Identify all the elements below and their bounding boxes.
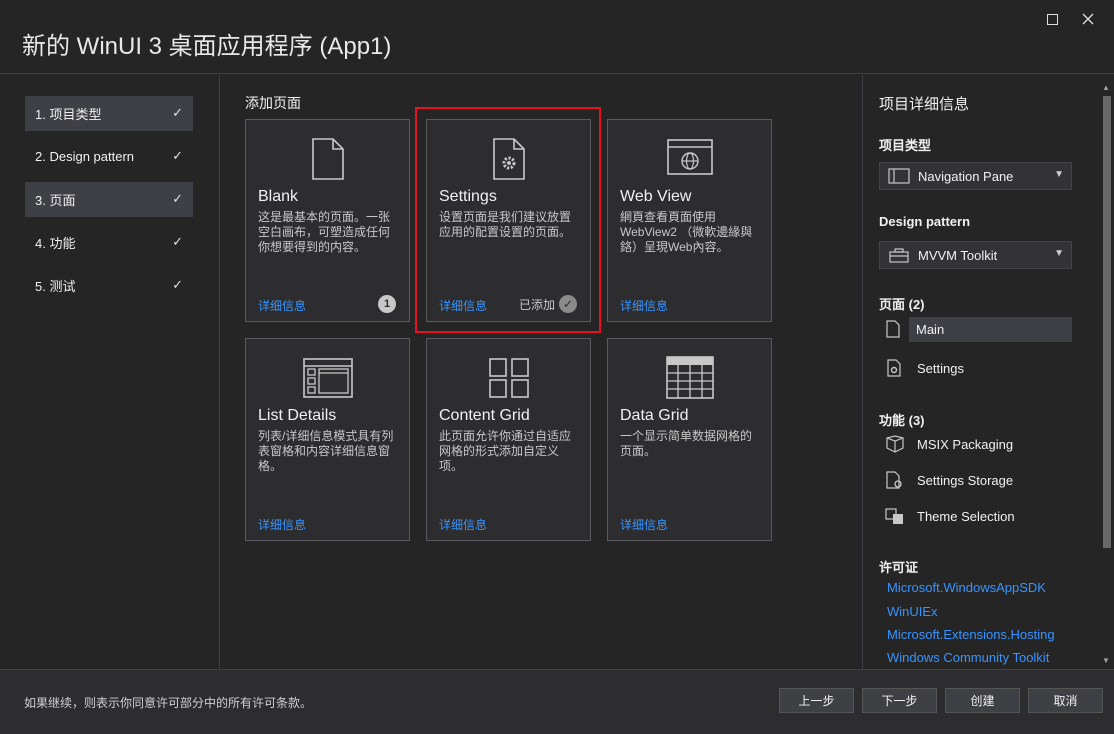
more-info-link[interactable]: 详细信息 <box>258 516 306 533</box>
feature-item-msix[interactable]: MSIX Packaging <box>884 432 1013 456</box>
settings-page-icon <box>887 359 901 377</box>
step-label: 1. 项目类型 <box>35 107 102 122</box>
feature-label: Theme Selection <box>917 508 1015 524</box>
create-button[interactable]: 创建 <box>945 688 1020 713</box>
added-label: 已添加 <box>518 297 555 312</box>
window-title: 新的 WinUI 3 桌面应用程序 (App1) <box>22 33 392 60</box>
card-title: Data Grid <box>620 407 689 424</box>
card-description: 这是最基本的页面。一张空白画布，可塑造成任何你想要得到的内容。 <box>258 210 391 254</box>
data-grid-icon <box>665 356 714 399</box>
toolkit-icon <box>889 248 909 263</box>
chevron-down-icon: ▼ <box>1054 169 1064 180</box>
content-grid-icon <box>488 358 529 398</box>
step-features[interactable]: 4. 功能 ✓ <box>25 225 193 260</box>
add-page-heading: 添加页面 <box>245 95 301 111</box>
more-info-link[interactable]: 详细信息 <box>258 297 306 314</box>
design-pattern-value: MVVM Toolkit <box>918 247 998 263</box>
check-icon: ✓ <box>559 295 577 313</box>
details-heading: 项目详细信息 <box>879 96 970 113</box>
pages-label: 页面 (2) <box>879 297 925 312</box>
web-view-icon <box>666 139 713 175</box>
license-label: 许可证 <box>879 560 919 575</box>
step-design-pattern[interactable]: 2. Design pattern ✓ <box>25 139 193 174</box>
card-web-view[interactable]: Web View 網頁查看頁面使用 WebView2 （微軟邊緣與鉻）呈現Web… <box>607 119 772 322</box>
check-icon: ✓ <box>172 277 183 292</box>
card-settings[interactable]: Settings 设置页面是我们建议放置应用的配置设置的页面。 详细信息 已添加… <box>426 119 591 322</box>
step-project-type[interactable]: 1. 项目类型 ✓ <box>25 96 193 131</box>
step-label: 5. 测试 <box>35 279 76 294</box>
feature-item-settings-storage[interactable]: Settings Storage <box>884 468 1013 492</box>
more-info-link[interactable]: 详细信息 <box>620 516 668 533</box>
license-link[interactable]: Microsoft.WindowsAppSDK <box>887 580 1046 595</box>
feature-label: Settings Storage <box>917 472 1014 488</box>
blank-page-icon <box>311 138 344 180</box>
card-description: 一个显示简单数据网格的页面。 <box>620 429 753 458</box>
close-button[interactable] <box>1076 8 1100 30</box>
card-title: Blank <box>258 188 299 205</box>
card-description: 列表/详细信息模式具有列表窗格和内容详细信息窗格。 <box>258 429 394 473</box>
chevron-down-icon: ▼ <box>1054 248 1064 259</box>
page-icon <box>886 320 900 338</box>
maximize-icon <box>1046 13 1058 25</box>
card-title: Content Grid <box>439 407 530 424</box>
step-label: 2. Design pattern <box>35 149 135 164</box>
license-agreement-text: 如果继续，则表示你同意许可部分中的所有许可条款。 <box>24 696 313 710</box>
scrollbar-thumb[interactable] <box>1103 96 1111 548</box>
project-type-select[interactable]: Navigation Pane ▼ <box>879 162 1072 190</box>
scroll-up-icon[interactable]: ▲ <box>1102 83 1110 92</box>
back-button[interactable]: 上一步 <box>779 688 854 713</box>
page-item-main[interactable]: Main <box>909 317 1072 342</box>
settings-page-icon <box>492 138 525 180</box>
card-list-details[interactable]: List Details 列表/详细信息模式具有列表窗格和内容详细信息窗格。 详… <box>245 338 410 541</box>
count-badge: 1 <box>378 295 396 313</box>
card-description: 網頁查看頁面使用 WebView2 （微軟邊緣與鉻）呈現Web內容。 <box>620 210 753 254</box>
package-icon <box>886 435 904 453</box>
theme-icon <box>885 508 903 524</box>
license-link[interactable]: WinUIEx <box>887 604 938 619</box>
added-status: 已添加 ✓ <box>519 295 577 313</box>
step-testing[interactable]: 5. 测试 ✓ <box>25 268 193 303</box>
card-blank[interactable]: Blank 这是最基本的页面。一张空白画布，可塑造成任何你想要得到的内容。 详细… <box>245 119 410 322</box>
navigation-pane-icon <box>888 168 910 184</box>
card-description: 此页面允许你通过自适应网格的形式添加自定义项。 <box>439 429 572 473</box>
step-pages[interactable]: 3. 页面 ✓ <box>25 182 193 217</box>
project-type-value: Navigation Pane <box>918 168 1014 184</box>
check-icon: ✓ <box>172 105 183 120</box>
check-icon: ✓ <box>172 234 183 249</box>
project-type-label: 项目类型 <box>879 138 932 153</box>
check-icon: ✓ <box>172 191 183 206</box>
page-item-settings[interactable]: Settings <box>884 356 964 380</box>
design-pattern-select[interactable]: MVVM Toolkit ▼ <box>879 241 1072 269</box>
cancel-button[interactable]: 取消 <box>1028 688 1103 713</box>
page-label: Settings <box>917 360 964 376</box>
features-label: 功能 (3) <box>879 413 925 428</box>
more-info-link[interactable]: 详细信息 <box>620 297 668 314</box>
feature-item-theme-selection[interactable]: Theme Selection <box>884 504 1015 528</box>
step-label: 3. 页面 <box>35 193 76 208</box>
check-icon: ✓ <box>172 148 183 163</box>
card-data-grid[interactable]: Data Grid 一个显示简单数据网格的页面。 详细信息 <box>607 338 772 541</box>
design-pattern-label: Design pattern <box>879 214 971 229</box>
feature-label: MSIX Packaging <box>917 436 1014 452</box>
title-bar: 新的 WinUI 3 桌面应用程序 (App1) <box>0 0 1114 74</box>
next-button[interactable]: 下一步 <box>862 688 937 713</box>
card-title: Settings <box>439 188 497 205</box>
settings-storage-icon <box>886 471 902 489</box>
card-description: 设置页面是我们建议放置应用的配置设置的页面。 <box>439 210 572 239</box>
card-title: Web View <box>620 188 692 205</box>
more-info-link[interactable]: 详细信息 <box>439 297 487 314</box>
close-icon <box>1082 13 1094 25</box>
card-title: List Details <box>258 407 337 424</box>
list-details-icon <box>302 358 353 398</box>
scroll-down-icon[interactable]: ▼ <box>1102 656 1110 665</box>
card-content-grid[interactable]: Content Grid 此页面允许你通过自适应网格的形式添加自定义项。 详细信… <box>426 338 591 541</box>
license-link[interactable]: Windows Community Toolkit <box>887 650 1049 665</box>
maximize-button[interactable] <box>1040 8 1064 30</box>
more-info-link[interactable]: 详细信息 <box>439 516 487 533</box>
step-label: 4. 功能 <box>35 236 76 251</box>
license-link[interactable]: Microsoft.Extensions.Hosting <box>887 627 1055 642</box>
